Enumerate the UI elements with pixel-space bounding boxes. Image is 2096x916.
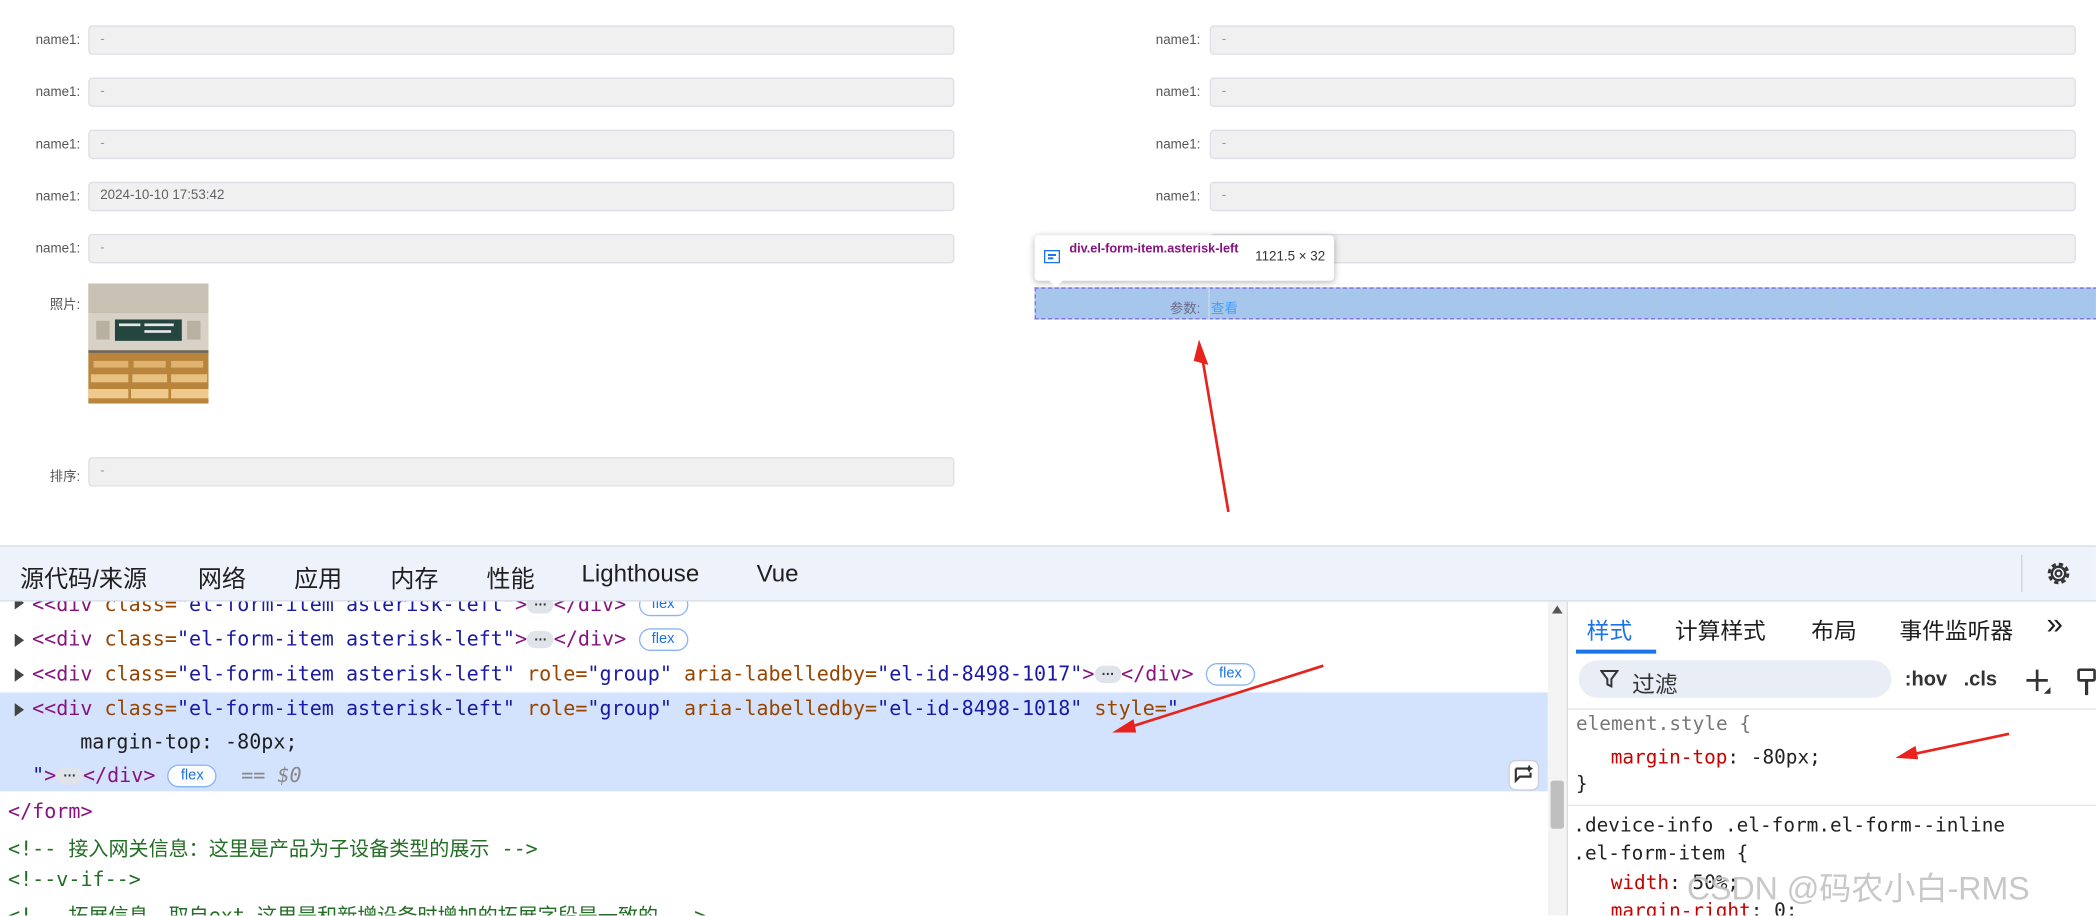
annotation-arrows (1112, 339, 2010, 760)
red-arrow-icon (1193, 339, 1230, 513)
red-arrow-icon (1112, 664, 1324, 733)
red-arrow-icon (1895, 732, 2010, 760)
screenshot-stage: name1: - name1: - name1: - name1: 2024-10-10 17… (0, 0, 2096, 916)
